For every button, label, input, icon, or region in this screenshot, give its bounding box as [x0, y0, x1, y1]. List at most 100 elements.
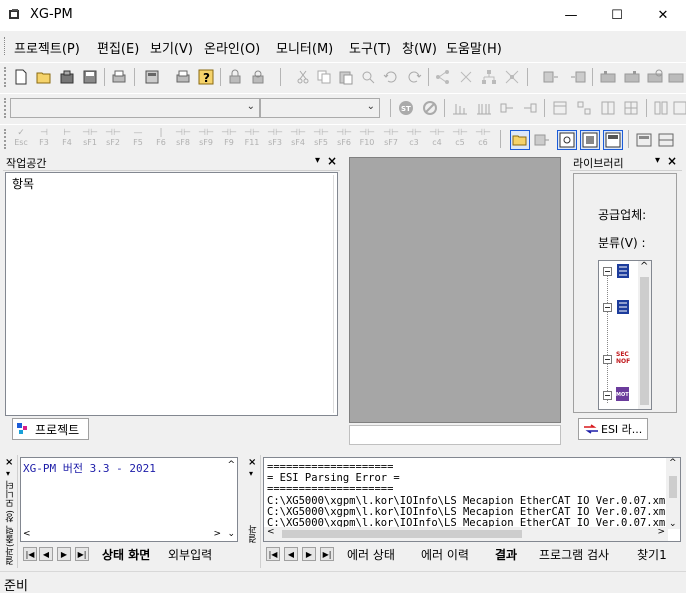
result-output-text-area[interactable]: ==================== = ESI Parsing Error…: [263, 457, 681, 542]
ladder-2-icon[interactable]: [476, 100, 492, 116]
editor-canvas[interactable]: [349, 157, 561, 423]
tab-find-1[interactable]: 찾기1: [637, 546, 667, 563]
paste-icon[interactable]: [338, 69, 354, 85]
pin-icon[interactable]: ▾: [6, 469, 10, 478]
maximize-button[interactable]: ☐: [594, 0, 640, 30]
tab-result[interactable]: 결과: [495, 546, 517, 563]
window-layout-3-icon[interactable]: [603, 130, 623, 150]
menu-project[interactable]: 프로젝트(P): [14, 38, 80, 57]
close-icon[interactable]: ×: [667, 154, 677, 168]
open-folder-icon[interactable]: [36, 69, 52, 85]
write-plc-icon[interactable]: [570, 69, 586, 85]
tab-esi-library[interactable]: ESI 라...: [578, 418, 648, 440]
menu-monitor[interactable]: 모니터(M): [276, 38, 333, 57]
chevron-up-icon[interactable]: ^: [640, 261, 648, 272]
network-cut-icon[interactable]: [458, 69, 474, 85]
scroll-thumb[interactable]: [640, 277, 649, 405]
lock-icon[interactable]: [227, 69, 243, 85]
chevron-down-icon[interactable]: ⌄: [227, 529, 235, 539]
ethercat-io-icon[interactable]: [603, 263, 633, 281]
fkey-f6-button[interactable]: | F6: [150, 129, 172, 148]
network-tree-icon[interactable]: [481, 69, 497, 85]
result-output-vscroll[interactable]: ^ ⌄: [666, 458, 680, 529]
open-project-icon[interactable]: [59, 69, 75, 85]
tab-program-check[interactable]: 프로그램 검사: [539, 546, 609, 563]
chevron-up-icon[interactable]: ^: [669, 458, 677, 468]
layout-4-icon[interactable]: [623, 100, 639, 116]
scroll-thumb[interactable]: [669, 476, 677, 498]
module-combo[interactable]: ⌄: [10, 98, 260, 118]
security-module-icon[interactable]: SEC NOF: [603, 351, 633, 369]
fkey-sf1-button[interactable]: ⊣⊢ sF1: [79, 129, 101, 148]
layout-5-icon[interactable]: [653, 100, 669, 116]
close-button[interactable]: ✕: [640, 0, 686, 30]
first-page-icon[interactable]: |◀: [23, 547, 37, 561]
close-icon[interactable]: ×: [327, 154, 337, 168]
ladder-4-icon[interactable]: [522, 100, 538, 116]
module-1-icon[interactable]: [600, 69, 616, 85]
network-delete-icon[interactable]: [504, 69, 520, 85]
fkey-c6-button[interactable]: ⊣⊢ c6: [472, 129, 494, 148]
fkey-c5-button[interactable]: ⊣⊢ c5: [449, 129, 471, 148]
fkey-f10-button[interactable]: ⊣⊢ F10: [356, 129, 378, 148]
close-icon[interactable]: ×: [5, 457, 13, 468]
read-plc-icon[interactable]: [543, 69, 559, 85]
next-page-icon[interactable]: ▶: [302, 547, 316, 561]
window-layout-2-icon[interactable]: [580, 130, 600, 150]
fkey-sf7-button[interactable]: ⊣⊢ sF7: [380, 129, 402, 148]
esi-tree[interactable]: SEC NOF MOT ^: [598, 260, 652, 410]
module-2-icon[interactable]: [624, 69, 640, 85]
menu-edit[interactable]: 편집(E): [97, 38, 139, 57]
monitor-grid-icon[interactable]: [658, 132, 674, 148]
view-toggle-icon[interactable]: [534, 132, 550, 148]
scroll-thumb[interactable]: [282, 530, 522, 538]
fkey-f11-button[interactable]: ⊣⊢ F11: [241, 129, 263, 148]
cut-icon[interactable]: [295, 69, 311, 85]
fkey-f3-button[interactable]: ⊣ F3: [33, 129, 55, 148]
pin-icon[interactable]: ▾: [315, 155, 320, 166]
minimize-button[interactable]: —: [548, 0, 594, 30]
fkey-sf4-button[interactable]: ⊣⊢ sF4: [287, 129, 309, 148]
tab-error-status[interactable]: 에러 상태: [347, 546, 395, 563]
open-view-icon[interactable]: [510, 130, 530, 150]
fkey-c4-button[interactable]: ⊣⊢ c4: [426, 129, 448, 148]
menu-view[interactable]: 보기(V): [150, 38, 193, 57]
fkey-sf8-button[interactable]: ⊣⊢ sF8: [172, 129, 194, 148]
fkey-sf6-button[interactable]: ⊣⊢ sF6: [333, 129, 355, 148]
menu-window[interactable]: 창(W): [402, 38, 437, 57]
st-icon[interactable]: ST: [398, 100, 414, 116]
stop-icon[interactable]: [422, 100, 438, 116]
project-info-icon[interactable]: [144, 69, 160, 85]
save-icon[interactable]: [82, 69, 98, 85]
chevron-right-icon[interactable]: >: [213, 529, 221, 539]
chevron-right-icon[interactable]: >: [657, 527, 665, 537]
print-icon[interactable]: [175, 69, 191, 85]
password-icon[interactable]: [250, 69, 266, 85]
tab-status-screen[interactable]: 상태 화면: [102, 546, 150, 563]
module-3-icon[interactable]: [647, 69, 663, 85]
tab-project[interactable]: 프로젝트: [12, 418, 89, 440]
module-4-icon[interactable]: [668, 69, 684, 85]
prev-page-icon[interactable]: ◀: [284, 547, 298, 561]
chevron-left-icon[interactable]: <: [23, 529, 31, 539]
left-output-text-area[interactable]: XG-PM 버전 3.3 - 2021 ^ ⌄ < >: [20, 457, 238, 542]
close-icon[interactable]: ×: [248, 457, 256, 468]
monitor-view-icon[interactable]: [636, 132, 652, 148]
chevron-down-icon[interactable]: ⌄: [669, 519, 677, 529]
result-output-hscroll[interactable]: < >: [264, 527, 668, 541]
tab-error-history[interactable]: 에러 이력: [421, 546, 469, 563]
pin-icon[interactable]: ▾: [249, 469, 253, 478]
ethercat-io-icon[interactable]: [603, 299, 633, 317]
undo-icon[interactable]: [383, 69, 399, 85]
ladder-3-icon[interactable]: [499, 100, 515, 116]
last-page-icon[interactable]: ▶|: [320, 547, 334, 561]
fkey-sf3-button[interactable]: ⊣⊢ sF3: [264, 129, 286, 148]
first-page-icon[interactable]: |◀: [266, 547, 280, 561]
menu-tools[interactable]: 도구(T): [349, 38, 391, 57]
chevron-up-icon[interactable]: ^: [227, 460, 235, 470]
last-page-icon[interactable]: ▶|: [75, 547, 89, 561]
chevron-left-icon[interactable]: <: [267, 527, 275, 537]
pin-icon[interactable]: ▾: [655, 155, 660, 166]
window-layout-1-icon[interactable]: [557, 130, 577, 150]
print-preview-icon[interactable]: [111, 69, 127, 85]
